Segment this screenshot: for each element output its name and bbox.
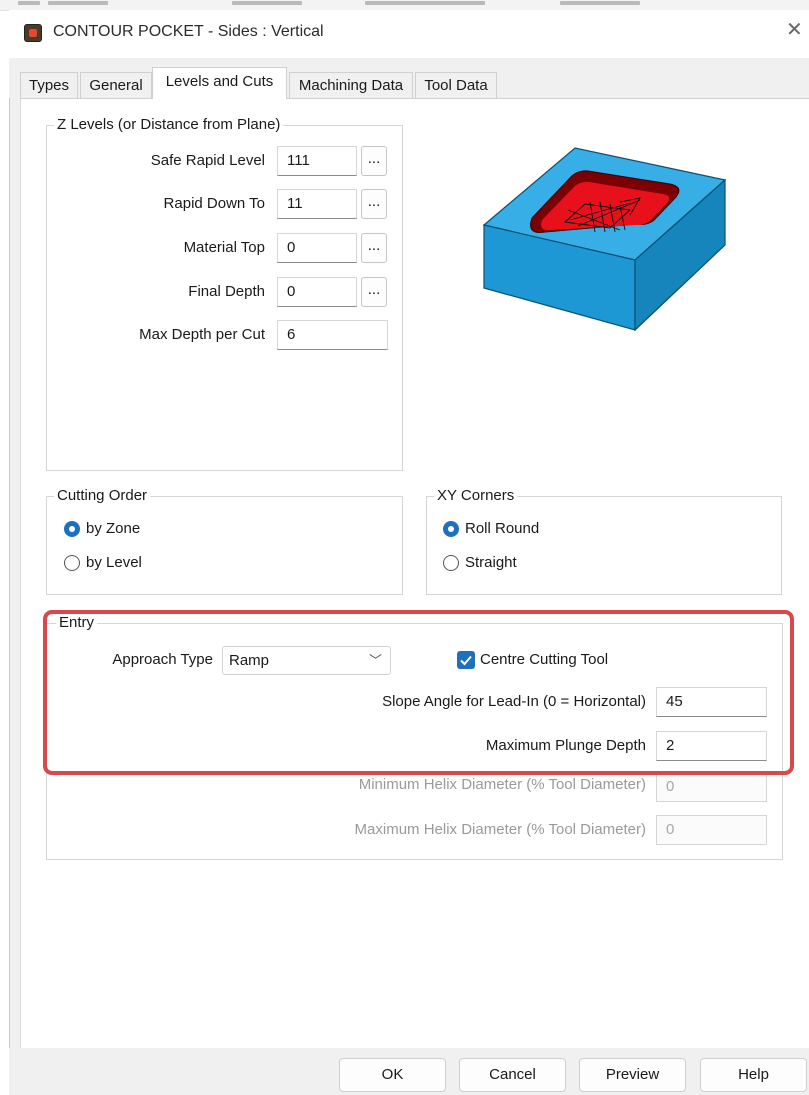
max-depth-per-cut-input[interactable]: 6 <box>277 320 388 350</box>
by-level-label: by Level <box>86 554 142 571</box>
close-icon[interactable]: ✕ <box>786 20 803 40</box>
safe-rapid-level-label: Safe Rapid Level <box>150 152 265 169</box>
background-fragment <box>365 1 485 5</box>
by-zone-radio[interactable] <box>64 521 80 537</box>
background-fragment <box>48 1 108 5</box>
minimum-helix-diameter-input: 0 <box>656 772 767 802</box>
maximum-helix-diameter-label: Maximum Helix Diameter (% Tool Diameter) <box>354 821 646 838</box>
tab-machining-data[interactable]: Machining Data <box>289 72 413 98</box>
highlight-annotation-box <box>43 610 794 775</box>
background-fragment <box>560 1 640 5</box>
by-zone-label: by Zone <box>86 520 141 537</box>
straight-label: Straight <box>465 554 517 571</box>
background-fragment <box>232 1 302 5</box>
tab-types[interactable]: Types <box>20 72 78 98</box>
roll-round-label: Roll Round <box>465 520 540 537</box>
tab-general[interactable]: General <box>80 72 152 98</box>
straight-radio[interactable] <box>443 555 459 571</box>
material-top-label: Material Top <box>183 239 265 256</box>
app-icon <box>24 24 42 42</box>
by-level-radio[interactable] <box>64 555 80 571</box>
roll-round-radio[interactable] <box>443 521 459 537</box>
tab-tool-data[interactable]: Tool Data <box>415 72 497 98</box>
material-top-browse-button[interactable]: ... <box>361 233 387 263</box>
xy-corners-title: XY Corners <box>434 487 518 505</box>
final-depth-input[interactable]: 0 <box>277 277 357 307</box>
final-depth-browse-button[interactable]: ... <box>361 277 387 307</box>
background-fragment <box>18 1 40 5</box>
ok-button[interactable]: OK <box>339 1058 446 1092</box>
cutting-order-group <box>46 496 403 595</box>
material-top-input[interactable]: 0 <box>277 233 357 263</box>
window-title: CONTOUR POCKET - Sides : Vertical <box>53 23 324 40</box>
rapid-down-to-input[interactable]: 11 <box>277 189 357 219</box>
preview-button[interactable]: Preview <box>579 1058 686 1092</box>
z-levels-title: Z Levels (or Distance from Plane) <box>54 116 284 134</box>
cancel-button[interactable]: Cancel <box>459 1058 566 1092</box>
pocket-3d-preview-icon <box>482 147 727 332</box>
xy-corners-group <box>426 496 782 595</box>
max-depth-per-cut-label: Max Depth per Cut <box>139 326 265 343</box>
final-depth-label: Final Depth <box>188 283 265 300</box>
rapid-down-to-label: Rapid Down To <box>163 195 265 212</box>
maximum-helix-diameter-input: 0 <box>656 815 767 845</box>
tab-levels-and-cuts[interactable]: Levels and Cuts <box>152 67 287 99</box>
safe-rapid-level-input[interactable]: 111 <box>277 146 357 176</box>
safe-rapid-level-browse-button[interactable]: ... <box>361 146 387 176</box>
minimum-helix-diameter-label: Minimum Helix Diameter (% Tool Diameter) <box>358 776 646 793</box>
rapid-down-to-browse-button[interactable]: ... <box>361 189 387 219</box>
help-button[interactable]: Help <box>700 1058 807 1092</box>
cutting-order-title: Cutting Order <box>54 487 151 505</box>
